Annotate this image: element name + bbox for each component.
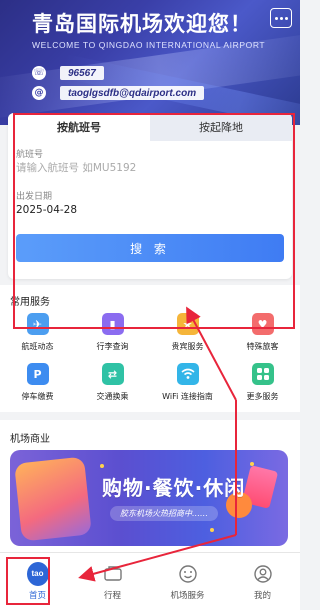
luggage-icon: ▮ [101, 313, 124, 335]
departure-date-label: 出发日期 [16, 192, 53, 202]
flight-number-label: 航班号 [16, 150, 44, 160]
nav-profile[interactable]: 我的 [225, 553, 300, 610]
search-button[interactable]: 搜 索 [16, 234, 284, 262]
service-wifi[interactable]: WiFi 连接指南 [150, 363, 225, 407]
shopping-illustration [14, 456, 92, 542]
service-parking[interactable]: P 停车缴费 [0, 363, 75, 407]
bottom-navigation: tao 首页 行程 机场服务 我的 [0, 552, 300, 610]
section-title: 常用服务 [10, 297, 50, 308]
wifi-icon [176, 363, 199, 385]
profile-icon [252, 563, 274, 585]
itinerary-icon [102, 563, 124, 585]
transit-icon: ⇄ [101, 363, 124, 385]
search-tabs: 按航班号 按起降地 [8, 113, 292, 141]
more-menu-button[interactable] [270, 8, 292, 28]
flight-number-input[interactable] [16, 162, 284, 174]
page-title: 青岛国际机场欢迎您！ [32, 12, 252, 36]
parking-icon: P [26, 363, 49, 385]
section-title: 机场商业 [10, 434, 50, 445]
common-services-section: 常用服务 ✈ 航班动态 ▮ 行李查询 ★ 贵宾服务 ♥ 特殊旅客 P 停车缴费 … [0, 285, 300, 412]
page-subtitle: WELCOME TO QINGDAO INTERNATIONAL AIRPORT [32, 40, 266, 50]
nav-itinerary[interactable]: 行程 [75, 553, 150, 610]
tab-by-route[interactable]: 按起降地 [150, 113, 292, 141]
flight-search-card: 按航班号 按起降地 航班号 出发日期 2025-04-28 搜 索 [8, 113, 292, 279]
airport-service-icon [177, 563, 199, 585]
special-passenger-icon: ♥ [251, 313, 274, 335]
email-contact[interactable]: @ taoglgsdfb@qdairport.com [32, 86, 205, 100]
tab-by-flight-number[interactable]: 按航班号 [8, 113, 150, 141]
nav-home[interactable]: tao 首页 [0, 553, 75, 610]
service-special-passenger[interactable]: ♥ 特殊旅客 [225, 313, 300, 357]
service-luggage-query[interactable]: ▮ 行李查询 [75, 313, 150, 357]
vip-icon: ★ [176, 313, 199, 335]
service-transit[interactable]: ⇄ 交通换乘 [75, 363, 150, 407]
service-flight-status[interactable]: ✈ 航班动态 [0, 313, 75, 357]
departure-date-field[interactable]: 2025-04-28 [16, 204, 284, 216]
nav-airport-service[interactable]: 机场服务 [150, 553, 225, 610]
phone-contact[interactable]: ☏ 96567 [32, 66, 104, 80]
commerce-banner[interactable]: 购物·餐饮·休闲 胶东机场火热招商中…… [10, 450, 288, 546]
plane-icon: ✈ [26, 313, 49, 335]
header-banner: 青岛国际机场欢迎您！ WELCOME TO QINGDAO INTERNATIO… [0, 0, 300, 125]
phone-icon: ☏ [32, 66, 46, 80]
service-vip[interactable]: ★ 贵宾服务 [150, 313, 225, 357]
home-icon: tao [26, 561, 49, 586]
banner-subtitle: 胶东机场火热招商中…… [110, 506, 218, 521]
email-address: taoglgsdfb@qdairport.com [60, 86, 205, 100]
phone-number: 96567 [60, 66, 104, 80]
service-more[interactable]: 更多服务 [225, 363, 300, 407]
email-icon: @ [32, 86, 46, 100]
more-services-icon [251, 363, 274, 385]
services-grid: ✈ 航班动态 ▮ 行李查询 ★ 贵宾服务 ♥ 特殊旅客 P 停车缴费 ⇄ 交通换… [0, 313, 300, 407]
banner-title: 购物·餐饮·休闲 [102, 476, 246, 500]
airport-commerce-section: 机场商业 购物·餐饮·休闲 胶东机场火热招商中…… [0, 420, 300, 555]
